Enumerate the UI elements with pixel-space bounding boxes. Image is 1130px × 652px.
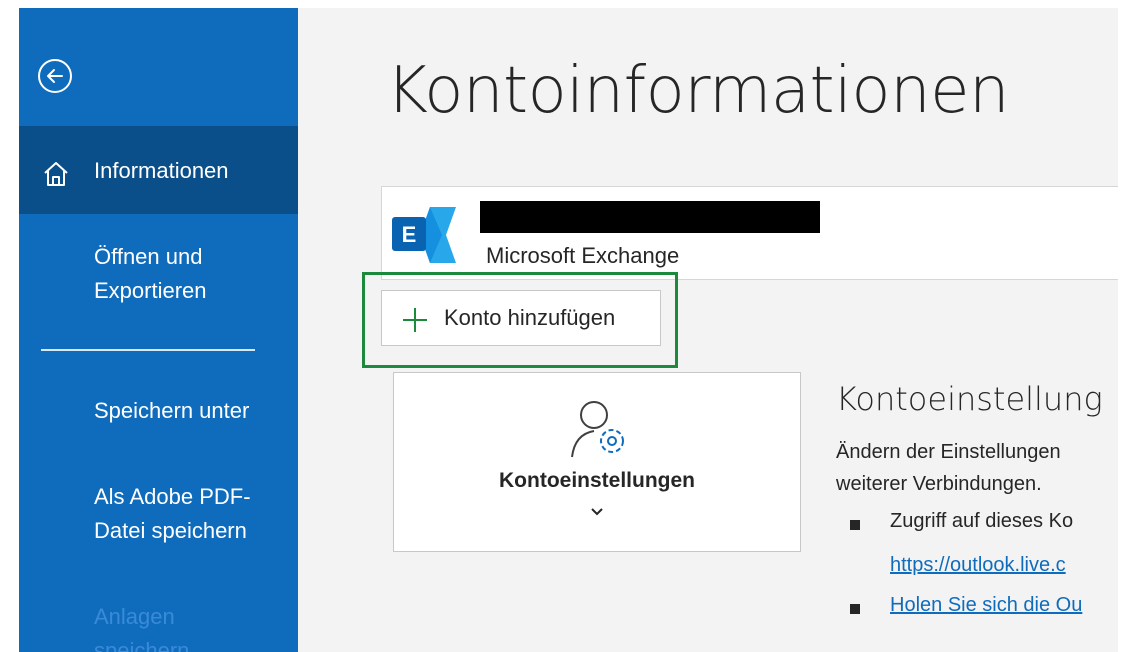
bullet-marker xyxy=(850,604,860,614)
settings-description-line: weiterer Verbindungen. xyxy=(836,473,1042,495)
nav-item-label: Anlagen xyxy=(94,604,175,629)
add-account-label: Konto hinzufügen xyxy=(444,305,616,330)
main-content: Kontoinformationen E Microsoft Exchange … xyxy=(298,8,1118,652)
nav-item-oeffnen-exportieren[interactable]: Öffnen und Exportieren xyxy=(19,240,298,316)
account-settings-button[interactable]: Kontoeinstellungen xyxy=(393,372,801,552)
nav-item-label: Speichern unter xyxy=(94,398,250,423)
nav-item-speichern-unter[interactable]: Speichern unter xyxy=(19,394,298,434)
page-title: Kontoinformationen xyxy=(386,54,1010,128)
nav-item-label: speichern xyxy=(94,638,190,652)
back-button[interactable] xyxy=(35,56,75,96)
settings-section-description: Ändern der Einstellungen weiterer Verbin… xyxy=(836,436,1118,500)
nav-item-anlagen-speichern: Anlagen speichern xyxy=(19,600,298,652)
exchange-logo-letter: E xyxy=(402,222,417,247)
settings-description-line: Ändern der Einstellungen xyxy=(836,441,1061,463)
nav-separator xyxy=(41,349,255,351)
nav-item-adobe-pdf[interactable]: Als Adobe PDF- Datei speichern xyxy=(19,480,298,556)
person-gear-icon xyxy=(571,401,624,458)
nav-item-label: Öffnen und xyxy=(94,244,203,269)
nav-item-label: Informationen xyxy=(94,158,229,183)
back-arrow-circle-icon xyxy=(38,59,72,93)
settings-section-title: Kontoeinstellung xyxy=(836,380,1103,418)
home-icon xyxy=(44,162,68,186)
nav-item-label: Datei speichern xyxy=(94,518,247,543)
account-email-redacted xyxy=(480,201,820,233)
chevron-down-icon xyxy=(591,508,603,516)
plus-icon xyxy=(403,308,427,332)
outlook-web-link[interactable]: https://outlook.live.c xyxy=(890,554,1066,577)
bullet-marker xyxy=(850,520,860,530)
add-account-button[interactable]: Konto hinzufügen xyxy=(381,290,661,346)
nav-item-label: Exportieren xyxy=(94,278,207,303)
nav-item-label: Als Adobe PDF- xyxy=(94,484,251,509)
account-selector[interactable]: E Microsoft Exchange xyxy=(381,186,1118,280)
bullet-text: Zugriff auf dieses Ko xyxy=(890,510,1074,532)
account-settings-label: Kontoeinstellungen xyxy=(499,469,695,492)
nav-item-informationen[interactable]: Informationen xyxy=(19,126,298,214)
exchange-logo-icon: E xyxy=(392,207,456,263)
account-type: Microsoft Exchange xyxy=(486,243,680,268)
backstage-sidebar: Informationen Öffnen und Exportieren Spe… xyxy=(19,8,298,652)
outlook-app-link[interactable]: Holen Sie sich die Ou xyxy=(890,594,1082,617)
